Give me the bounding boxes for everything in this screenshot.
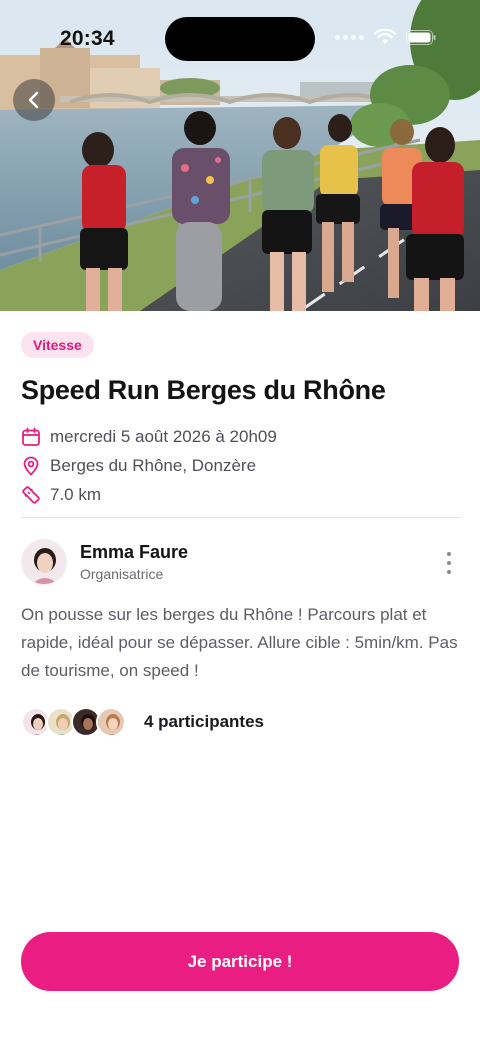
back-button[interactable] bbox=[13, 79, 55, 121]
more-vertical-icon[interactable] bbox=[441, 552, 457, 574]
dynamic-island bbox=[165, 17, 315, 61]
event-location: Berges du Rhône, Donzère bbox=[50, 455, 257, 475]
event-details: Vitesse Speed Run Berges du Rhône mercre… bbox=[21, 332, 461, 509]
event-date-row: mercredi 5 août 2026 à 20h09 bbox=[21, 422, 461, 451]
chevron-left-icon bbox=[28, 91, 39, 109]
divider bbox=[21, 517, 461, 518]
organizer-name: Emma Faure bbox=[80, 542, 189, 562]
status-bar: 20:34 bbox=[0, 0, 480, 78]
join-button[interactable]: Je participe ! bbox=[21, 932, 459, 991]
event-distance-row: 7.0 km bbox=[21, 480, 461, 509]
participants-count: 4 participantes bbox=[144, 712, 264, 731]
event-description: On pousse sur les berges du Rhône ! Parc… bbox=[21, 605, 458, 680]
organizer-info: Emma Faure Organisatrice bbox=[80, 542, 188, 582]
calendar-icon bbox=[21, 427, 41, 447]
event-title: Speed Run Berges du Rhône bbox=[21, 375, 386, 405]
organizer-role: Organisatrice bbox=[80, 566, 164, 582]
organizer-row[interactable]: Emma Faure Organisatrice bbox=[21, 538, 461, 586]
wifi-icon bbox=[374, 29, 396, 44]
location-pin-icon bbox=[21, 456, 41, 476]
cellular-icon bbox=[335, 34, 364, 40]
event-distance: 7.0 km bbox=[50, 484, 102, 504]
event-tag: Vitesse bbox=[21, 332, 94, 358]
status-icons bbox=[335, 29, 436, 45]
organizer-avatar[interactable] bbox=[21, 539, 67, 585]
status-time: 20:34 bbox=[60, 27, 115, 50]
ruler-icon bbox=[21, 485, 41, 505]
battery-icon bbox=[406, 29, 436, 45]
participant-avatar bbox=[96, 707, 126, 737]
participants-row[interactable]: 4 participantes bbox=[21, 705, 264, 739]
participant-avatars[interactable] bbox=[21, 707, 126, 737]
event-date: mercredi 5 août 2026 à 20h09 bbox=[50, 426, 277, 446]
event-location-row: Berges du Rhône, Donzère bbox=[21, 451, 461, 480]
event-meta: mercredi 5 août 2026 à 20h09 Berges du R… bbox=[21, 422, 461, 509]
